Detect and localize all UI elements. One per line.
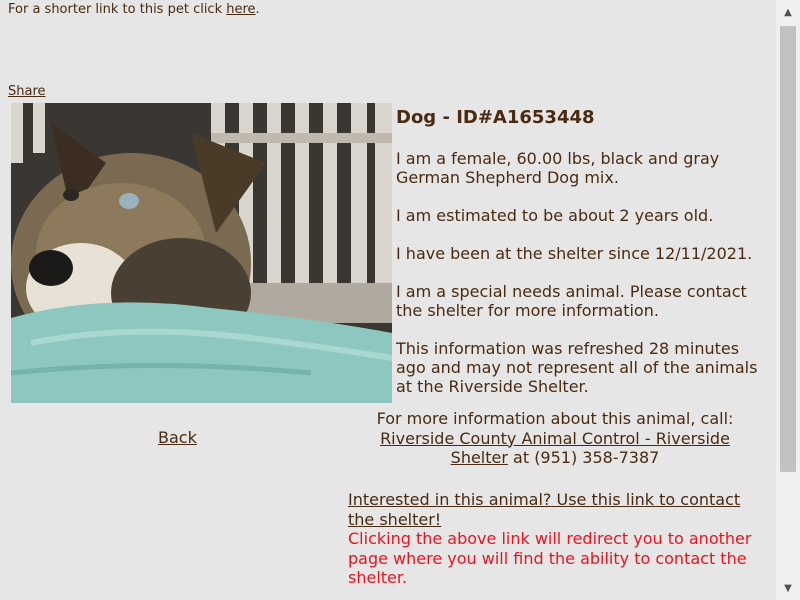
pet-shelter-since: I have been at the shelter since 12/11/2… xyxy=(396,244,753,263)
shorter-link-prefix: For a shorter link to this pet click xyxy=(8,2,227,17)
contact-shelter-link[interactable]: Interested in this animal? Use this link… xyxy=(348,490,740,529)
contact-info: For more information about this animal, … xyxy=(360,409,750,468)
contact-intro: For more information about this animal, … xyxy=(376,409,734,428)
scroll-up-arrow-icon[interactable]: ▲ xyxy=(776,0,800,24)
share-link[interactable]: Share xyxy=(8,84,46,99)
scroll-down-arrow-icon[interactable]: ▼ xyxy=(776,576,800,600)
contact-line: Riverside County Animal Control - Rivers… xyxy=(360,429,750,468)
pet-title: Dog - ID#A1653448 xyxy=(396,107,595,128)
pet-photo xyxy=(11,103,392,403)
pet-description: I am a female, 60.00 lbs, black and gray… xyxy=(396,149,720,187)
refresh-note: This information was refreshed 28 minute… xyxy=(396,339,758,396)
vertical-scrollbar[interactable]: ▲ ▼ xyxy=(776,0,800,600)
interest-section: Interested in this animal? Use this link… xyxy=(348,490,768,588)
scroll-thumb[interactable] xyxy=(780,26,796,472)
shorter-link-suffix: . xyxy=(255,2,260,17)
pet-age: I am estimated to be about 2 years old. xyxy=(396,206,714,225)
back-link[interactable]: Back xyxy=(158,428,197,447)
redirect-note: Clicking the above link will redirect yo… xyxy=(348,529,752,587)
pet-special-needs: I am a special needs animal. Please cont… xyxy=(396,282,747,320)
phone-number: at (951) 358-7387 xyxy=(507,448,660,467)
shorter-link-line: For a shorter link to this pet click her… xyxy=(8,2,260,17)
pet-details: Dog - ID#A1653448 I am a female, 60.00 l… xyxy=(396,108,768,415)
shorter-link[interactable]: here xyxy=(226,2,255,17)
